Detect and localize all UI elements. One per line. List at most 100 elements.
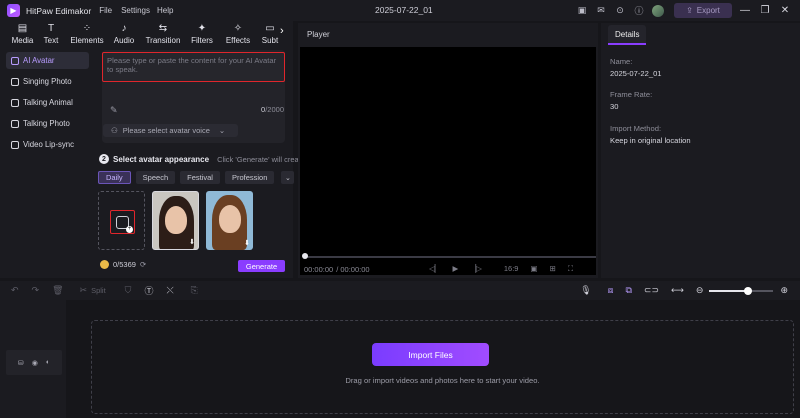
video-icon — [11, 140, 19, 149]
tab-festival[interactable]: Festival — [180, 171, 220, 184]
export-button[interactable]: ⇪ Export — [674, 3, 732, 18]
tab-daily[interactable]: Daily — [98, 171, 131, 184]
nav-item-talking-photo[interactable]: Talking Photo — [6, 115, 89, 132]
split-label[interactable]: Split — [91, 286, 106, 295]
nav-item-singing-photo[interactable]: Singing Photo — [6, 73, 89, 90]
microphone-icon[interactable]: 🎙 — [580, 285, 591, 296]
tool-text[interactable]: T Text — [42, 21, 60, 48]
script-input[interactable]: Please type or paste the content for you… — [102, 52, 285, 82]
zoom-in-icon[interactable]: ⊕ — [780, 285, 788, 296]
playback-progress-bar[interactable] — [304, 256, 596, 258]
next-frame-icon[interactable]: ▕▷ — [470, 264, 482, 274]
crop-icon[interactable]: ⤬ — [166, 285, 173, 296]
fit-icon[interactable]: ⟷ — [671, 285, 684, 296]
chevron-down-icon: ⌄ — [218, 126, 226, 135]
play-icon[interactable]: ▶ — [453, 264, 459, 274]
frame-rate-label: Frame Rate: — [610, 90, 653, 99]
import-files-button[interactable]: Import Files — [372, 343, 489, 366]
feedback-icon[interactable]: ✉ — [595, 5, 607, 17]
tool-media[interactable]: ▤ Media — [10, 21, 35, 48]
mute-icon[interactable]: ◐ — [46, 359, 50, 366]
playback-controls: 00:00:00 / 00:00:00 ◁▏ ▶ ▕▷ 16:9 ▣ ⊞ ⛶ — [304, 264, 594, 274]
magic-wand-icon[interactable]: ✎ — [110, 105, 120, 115]
link-icon[interactable]: ⧉ — [625, 285, 631, 296]
fullscreen-icon[interactable]: ⛶ — [568, 264, 573, 274]
user-avatar[interactable] — [652, 4, 664, 17]
media-drop-zone[interactable]: Import Files Drag or import videos and p… — [91, 320, 794, 414]
title-bar: ▶ HitPaw Edimakor File Settings Help 202… — [0, 0, 800, 21]
avatar-thumbnail[interactable]: ⬇ — [206, 191, 253, 250]
menu-file[interactable]: File — [99, 6, 112, 15]
tool-label: Text — [43, 36, 59, 45]
credits: 0/5369 ⟳ — [100, 260, 146, 269]
tab-profession[interactable]: Profession — [224, 171, 275, 184]
layout-icon[interactable]: ▣ — [576, 5, 588, 17]
tab-details[interactable]: Details — [608, 25, 647, 45]
visibility-icon[interactable]: ◉ — [32, 359, 38, 367]
aspect-ratio-select[interactable]: 16:9 — [504, 264, 519, 274]
export-icon: ⇪ — [686, 6, 693, 15]
nav-item-ai-avatar[interactable]: AI Avatar — [6, 52, 89, 69]
download-icon[interactable]: ⊙ — [614, 5, 626, 17]
chain-icon[interactable]: ⊂⊃ — [644, 285, 659, 296]
tool-transition[interactable]: ⇆ Transition — [145, 21, 181, 48]
undo-icon[interactable]: ↶ — [11, 285, 19, 296]
close-icon[interactable]: ✕ — [778, 5, 792, 16]
generate-button[interactable]: Generate — [238, 260, 285, 272]
chevron-right-icon[interactable]: › — [280, 25, 284, 37]
menu-settings[interactable]: Settings — [121, 6, 150, 15]
tool-effects[interactable]: ✧ Effects — [225, 21, 251, 48]
freeze-icon[interactable]: ⎘ — [191, 285, 198, 296]
refresh-icon[interactable]: ⟳ — [140, 260, 146, 269]
select-voice-dropdown[interactable]: ⚇ Please select avatar voice ⌄ — [103, 124, 238, 137]
player-viewport[interactable] — [300, 47, 596, 275]
grid-icon[interactable]: ⊞ — [550, 264, 556, 274]
avatar-thumbnail[interactable]: ⬇ — [152, 191, 199, 250]
shield-icon[interactable]: ⛉ — [125, 285, 132, 296]
credit-count: 0/5369 — [113, 260, 136, 269]
track-lock-icon[interactable]: ⛁ — [18, 359, 24, 367]
zoom-slider[interactable] — [709, 286, 774, 295]
previous-frame-icon[interactable]: ◁▏ — [429, 264, 441, 274]
char-limit: /2000 — [265, 105, 284, 114]
player-label: Player — [307, 30, 330, 39]
split-icon[interactable]: ✂ — [80, 285, 88, 296]
magnet-icon[interactable]: ⧈ — [608, 285, 614, 296]
audio-icon: ♪ — [121, 23, 127, 34]
minimize-icon[interactable]: — — [738, 5, 752, 16]
text-box-icon[interactable]: Ⓣ — [144, 284, 153, 297]
tab-speech[interactable]: Speech — [135, 171, 176, 184]
step-title: Select avatar appearance — [113, 154, 210, 164]
nav-item-video-lip-sync[interactable]: Video Lip-sync — [6, 136, 89, 153]
track-header: ⛁ ◉ ◐ — [0, 300, 66, 418]
media-icon: ▤ — [17, 23, 28, 34]
zoom-handle[interactable] — [743, 286, 752, 295]
chevron-down-icon[interactable]: ⌄ — [281, 171, 295, 184]
tool-filters[interactable]: ✦ Filters — [191, 21, 213, 48]
ai-feature-nav: AI Avatar Singing Photo Talking Animal T… — [0, 48, 93, 278]
maximize-icon[interactable]: ❐ — [758, 5, 772, 16]
tool-label: Subt — [261, 36, 279, 45]
tool-subtitle[interactable]: ▭ Subt — [261, 21, 279, 48]
menu-help[interactable]: Help — [157, 6, 173, 15]
tool-audio[interactable]: ♪ Audio — [113, 21, 135, 48]
tool-elements[interactable]: ⁘ Elements — [70, 21, 103, 48]
tool-label: Media — [11, 36, 34, 45]
upload-avatar-tile[interactable]: + — [98, 191, 145, 250]
redo-icon[interactable]: ↷ — [32, 285, 40, 296]
timeline-area: Import Files Drag or import videos and p… — [66, 300, 800, 418]
photo-icon — [11, 77, 19, 86]
animal-icon — [11, 98, 19, 107]
snapshot-icon[interactable]: ▣ — [530, 264, 537, 274]
char-counter: 0/2000 — [261, 105, 284, 114]
upload-avatar-icon[interactable]: + — [110, 210, 135, 234]
nav-item-talking-animal[interactable]: Talking Animal — [6, 94, 89, 111]
delete-icon[interactable]: 🗑 — [52, 285, 63, 296]
step-header: 2 Select avatar appearance Click 'Genera… — [99, 154, 301, 164]
playhead-handle[interactable] — [302, 253, 308, 259]
app-window: ▶ HitPaw Edimakor File Settings Help 202… — [0, 0, 800, 418]
zoom-out-icon[interactable]: ⊖ — [696, 285, 704, 296]
playback-buttons: ◁▏ ▶ ▕▷ 16:9 ▣ ⊞ ⛶ — [429, 264, 573, 274]
step-number: 2 — [99, 154, 109, 164]
info-icon[interactable]: ⓘ — [633, 5, 645, 17]
